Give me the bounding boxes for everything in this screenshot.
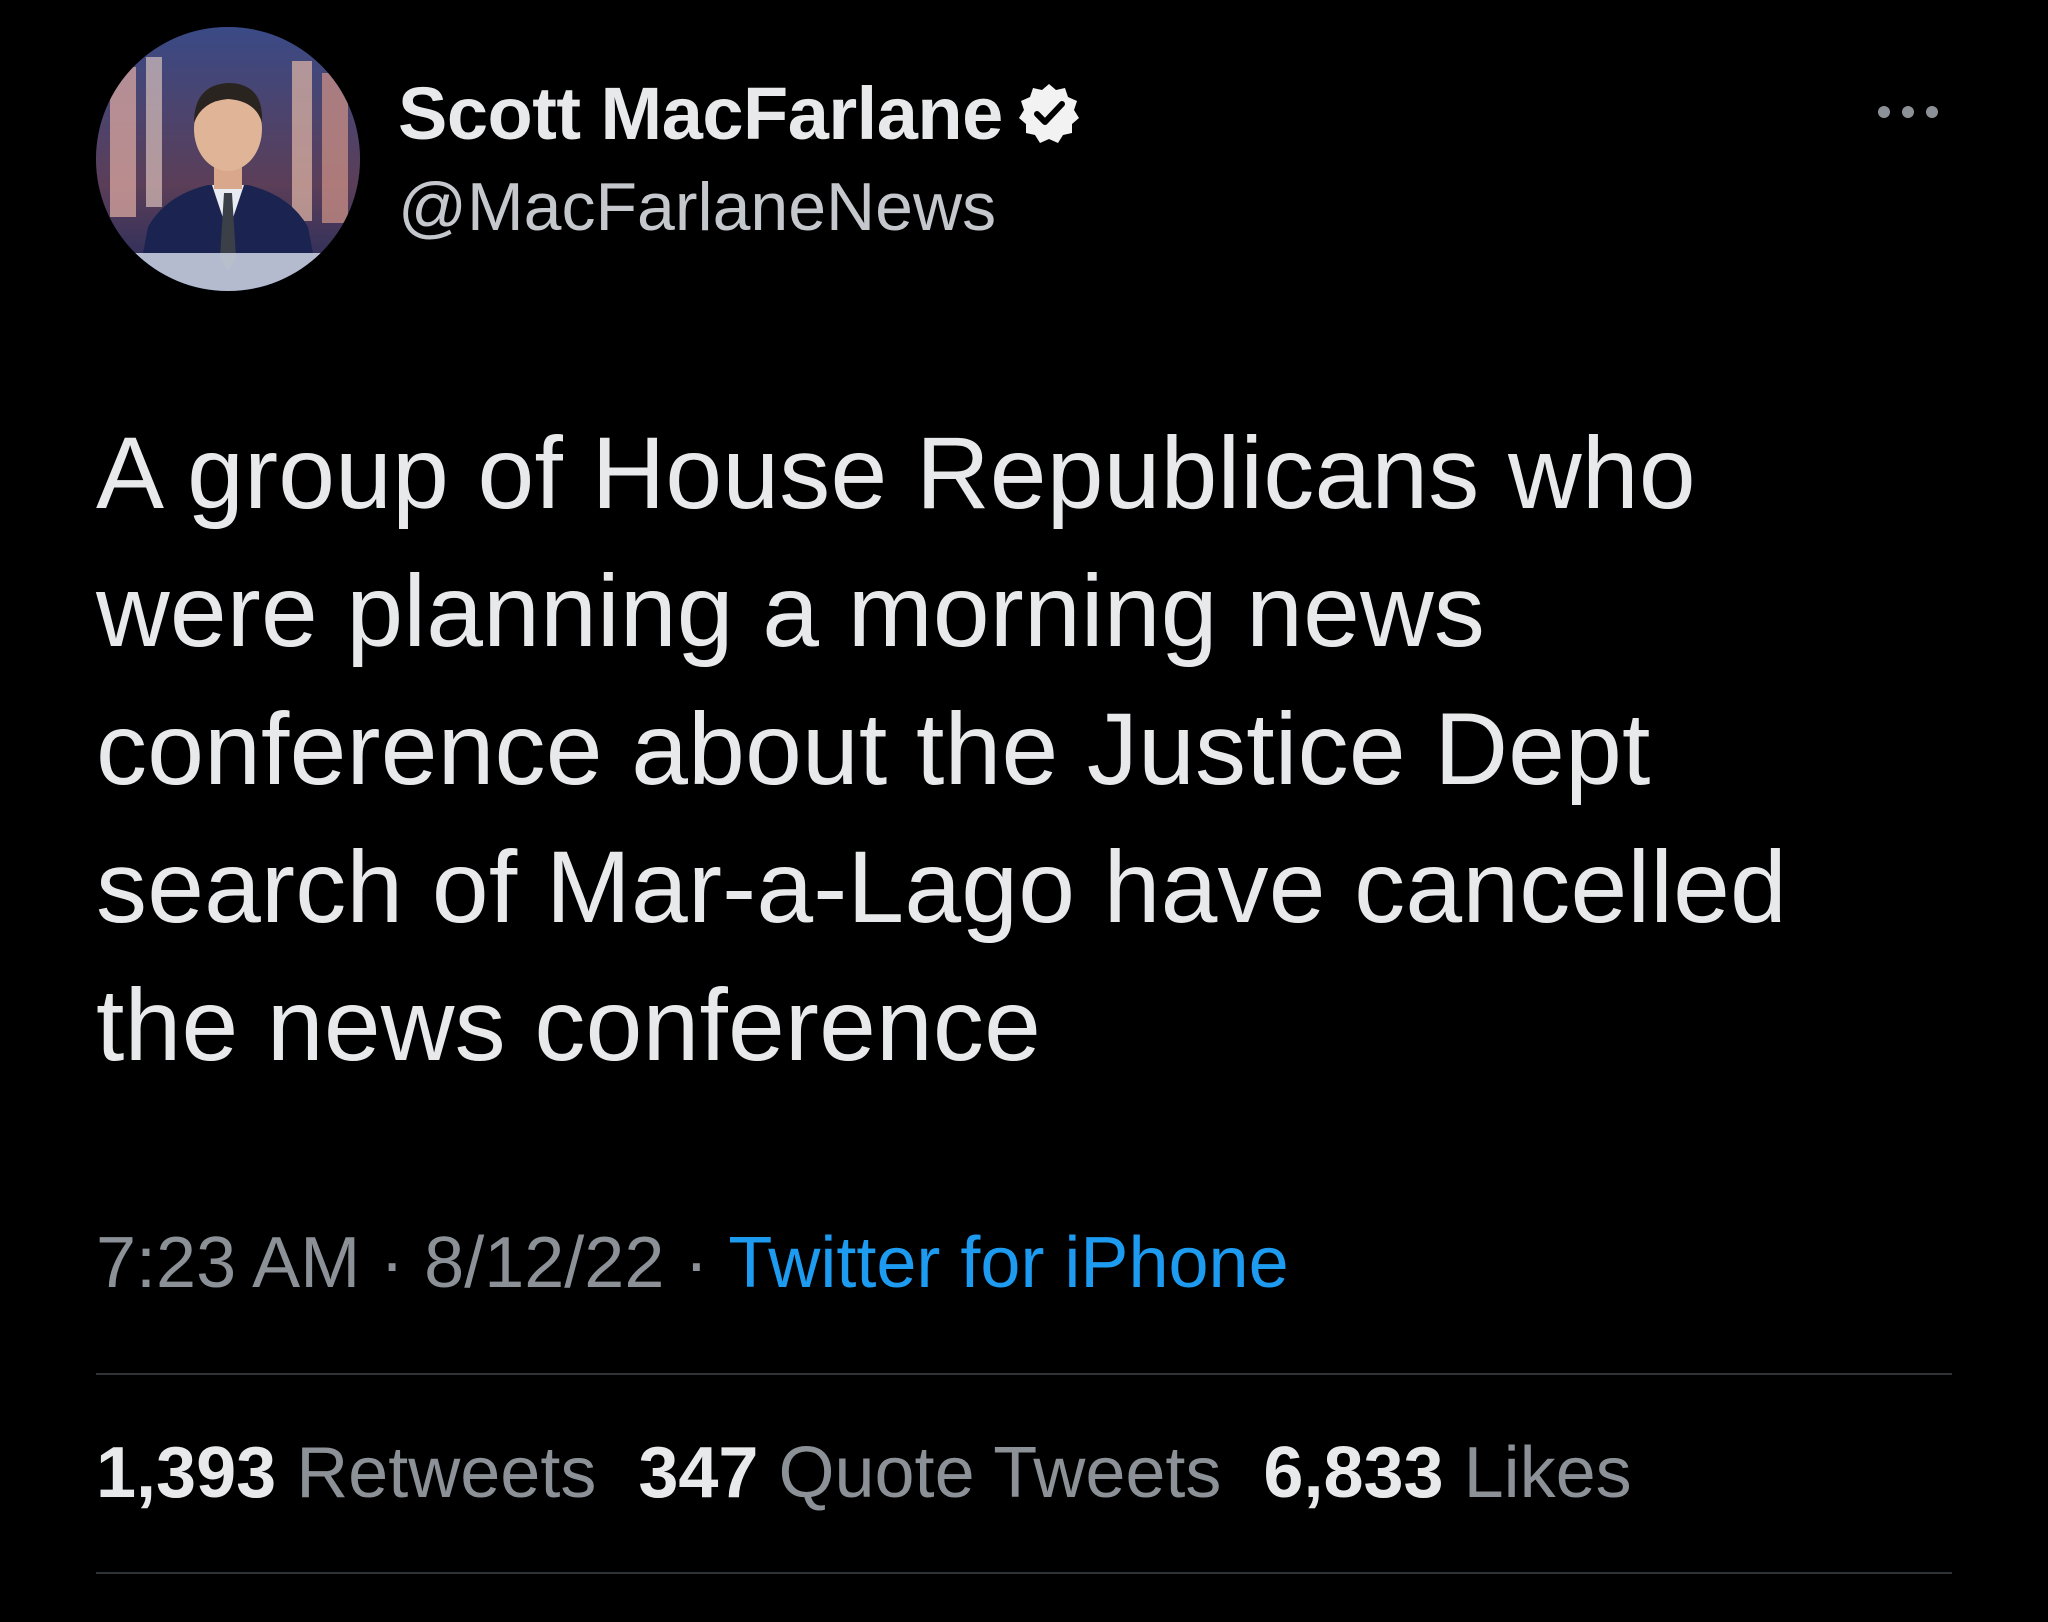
quote-tweets-stat[interactable]: 347 Quote Tweets (638, 1432, 1221, 1514)
divider (96, 1572, 1952, 1574)
retweets-stat[interactable]: 1,393 Retweets (96, 1432, 596, 1514)
verified-badge-icon (1018, 84, 1079, 143)
tweet-detail: Scott MacFarlane @MacFarlaneNews A group… (0, 0, 2048, 1622)
likes-label: Likes (1463, 1433, 1632, 1513)
more-options-icon[interactable] (1872, 92, 1944, 132)
retweets-label: Retweets (296, 1433, 597, 1513)
likes-stat[interactable]: 6,833 Likes (1263, 1432, 1631, 1514)
tweet-stats: 1,393 Retweets 347 Quote Tweets 6,833 Li… (96, 1432, 1674, 1514)
author-name-row[interactable]: Scott MacFarlane (398, 70, 1081, 156)
tweet-text: A group of House Republicans who were pl… (96, 416, 1787, 1082)
avatar-photo (96, 27, 360, 291)
retweets-count: 1,393 (96, 1433, 277, 1513)
display-name[interactable]: Scott MacFarlane (398, 71, 1003, 156)
likes-count: 6,833 (1263, 1433, 1444, 1513)
meta-separator: · (684, 1223, 709, 1303)
avatar[interactable] (96, 27, 360, 291)
tweet-time[interactable]: 7:23 AM (96, 1222, 360, 1304)
meta-separator: · (380, 1223, 405, 1303)
divider (96, 1373, 1952, 1375)
tweet-source-link[interactable]: Twitter for iPhone (728, 1222, 1288, 1304)
tweet-date[interactable]: 8/12/22 (424, 1222, 664, 1304)
quote-tweets-label: Quote Tweets (778, 1433, 1222, 1513)
tweet-meta: 7:23 AM · 8/12/22 · Twitter for iPhone (96, 1222, 1289, 1304)
quote-tweets-count: 347 (638, 1433, 759, 1513)
author-handle[interactable]: @MacFarlaneNews (398, 168, 996, 246)
